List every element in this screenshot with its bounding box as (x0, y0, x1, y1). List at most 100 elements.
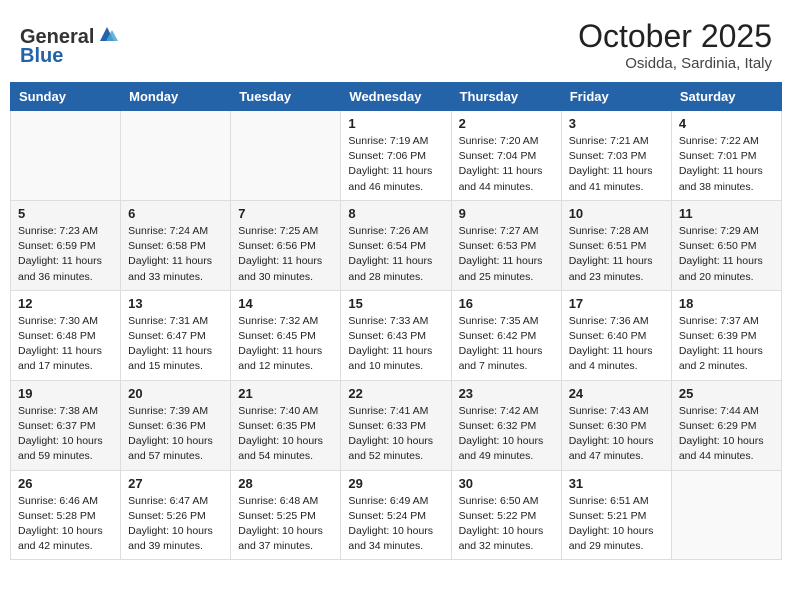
day-info: Sunrise: 7:32 AM Sunset: 6:45 PM Dayligh… (238, 314, 333, 375)
day-info: Sunrise: 7:23 AM Sunset: 6:59 PM Dayligh… (18, 224, 113, 285)
day-cell (11, 111, 121, 201)
col-header-sunday: Sunday (11, 83, 121, 111)
day-info: Sunrise: 6:48 AM Sunset: 5:25 PM Dayligh… (238, 494, 333, 555)
day-number: 25 (679, 386, 774, 401)
day-info: Sunrise: 7:25 AM Sunset: 6:56 PM Dayligh… (238, 224, 333, 285)
day-cell: 30 Sunrise: 6:50 AM Sunset: 5:22 PM Dayli… (451, 470, 561, 560)
day-cell: 20 Sunrise: 7:39 AM Sunset: 6:36 PM Dayli… (121, 380, 231, 470)
day-cell: 22 Sunrise: 7:41 AM Sunset: 6:33 PM Dayli… (341, 380, 451, 470)
day-number: 18 (679, 296, 774, 311)
day-cell: 16 Sunrise: 7:35 AM Sunset: 6:42 PM Dayli… (451, 290, 561, 380)
day-cell (231, 111, 341, 201)
day-cell: 26Sunrise: 6:46 AM Sunset: 5:28 PM Dayli… (11, 470, 121, 560)
day-cell: 10 Sunrise: 7:28 AM Sunset: 6:51 PM Dayli… (561, 200, 671, 290)
location-subtitle: Osidda, Sardinia, Italy (578, 55, 772, 72)
day-cell: 3Sunrise: 7:21 AM Sunset: 7:03 PM Daylig… (561, 111, 671, 201)
day-cell: 5 Sunrise: 7:23 AM Sunset: 6:59 PM Daylig… (11, 200, 121, 290)
day-cell: 19Sunrise: 7:38 AM Sunset: 6:37 PM Dayli… (11, 380, 121, 470)
col-header-friday: Friday (561, 83, 671, 111)
day-number: 16 (459, 296, 554, 311)
day-cell (121, 111, 231, 201)
day-info: Sunrise: 6:51 AM Sunset: 5:21 PM Dayligh… (569, 494, 664, 555)
day-number: 29 (348, 476, 443, 491)
day-number: 27 (128, 476, 223, 491)
day-info: Sunrise: 7:26 AM Sunset: 6:54 PM Dayligh… (348, 224, 443, 285)
day-cell: 31 Sunrise: 6:51 AM Sunset: 5:21 PM Dayli… (561, 470, 671, 560)
day-info: Sunrise: 6:50 AM Sunset: 5:22 PM Dayligh… (459, 494, 554, 555)
day-cell: 2Sunrise: 7:20 AM Sunset: 7:04 PM Daylig… (451, 111, 561, 201)
day-cell: 7 Sunrise: 7:25 AM Sunset: 6:56 PM Daylig… (231, 200, 341, 290)
col-header-wednesday: Wednesday (341, 83, 451, 111)
logo-icon (96, 23, 118, 45)
week-row-1: 1Sunrise: 7:19 AM Sunset: 7:06 PM Daylig… (11, 111, 782, 201)
day-info: Sunrise: 7:31 AM Sunset: 6:47 PM Dayligh… (128, 314, 223, 375)
day-number: 11 (679, 206, 774, 221)
day-cell: 14 Sunrise: 7:32 AM Sunset: 6:45 PM Dayli… (231, 290, 341, 380)
day-number: 30 (459, 476, 554, 491)
week-row-4: 19Sunrise: 7:38 AM Sunset: 6:37 PM Dayli… (11, 380, 782, 470)
week-row-5: 26Sunrise: 6:46 AM Sunset: 5:28 PM Dayli… (11, 470, 782, 560)
day-cell: 23 Sunrise: 7:42 AM Sunset: 6:32 PM Dayli… (451, 380, 561, 470)
day-number: 12 (18, 296, 113, 311)
day-cell: 15Sunrise: 7:33 AM Sunset: 6:43 PM Dayli… (341, 290, 451, 380)
day-cell: 6 Sunrise: 7:24 AM Sunset: 6:58 PM Daylig… (121, 200, 231, 290)
day-cell: 4Sunrise: 7:22 AM Sunset: 7:01 PM Daylig… (671, 111, 781, 201)
week-row-3: 12 Sunrise: 7:30 AM Sunset: 6:48 PM Dayli… (11, 290, 782, 380)
day-number: 22 (348, 386, 443, 401)
day-number: 8 (348, 206, 443, 221)
day-cell (671, 470, 781, 560)
day-cell: 24Sunrise: 7:43 AM Sunset: 6:30 PM Dayli… (561, 380, 671, 470)
day-number: 13 (128, 296, 223, 311)
day-info: Sunrise: 7:24 AM Sunset: 6:58 PM Dayligh… (128, 224, 223, 285)
day-number: 5 (18, 206, 113, 221)
day-info: Sunrise: 7:22 AM Sunset: 7:01 PM Dayligh… (679, 134, 774, 195)
day-info: Sunrise: 7:29 AM Sunset: 6:50 PM Dayligh… (679, 224, 774, 285)
day-cell: 12 Sunrise: 7:30 AM Sunset: 6:48 PM Dayli… (11, 290, 121, 380)
day-info: Sunrise: 6:46 AM Sunset: 5:28 PM Dayligh… (18, 494, 113, 555)
day-number: 6 (128, 206, 223, 221)
day-info: Sunrise: 6:49 AM Sunset: 5:24 PM Dayligh… (348, 494, 443, 555)
col-header-thursday: Thursday (451, 83, 561, 111)
day-info: Sunrise: 7:37 AM Sunset: 6:39 PM Dayligh… (679, 314, 774, 375)
day-number: 21 (238, 386, 333, 401)
day-cell: 27Sunrise: 6:47 AM Sunset: 5:26 PM Dayli… (121, 470, 231, 560)
day-cell: 1Sunrise: 7:19 AM Sunset: 7:06 PM Daylig… (341, 111, 451, 201)
day-number: 9 (459, 206, 554, 221)
day-cell: 21Sunrise: 7:40 AM Sunset: 6:35 PM Dayli… (231, 380, 341, 470)
header-row: SundayMondayTuesdayWednesdayThursdayFrid… (11, 83, 782, 111)
day-cell: 25Sunrise: 7:44 AM Sunset: 6:29 PM Dayli… (671, 380, 781, 470)
day-number: 17 (569, 296, 664, 311)
day-number: 14 (238, 296, 333, 311)
day-info: Sunrise: 7:21 AM Sunset: 7:03 PM Dayligh… (569, 134, 664, 195)
day-number: 28 (238, 476, 333, 491)
day-cell: 11 Sunrise: 7:29 AM Sunset: 6:50 PM Dayli… (671, 200, 781, 290)
day-info: Sunrise: 7:41 AM Sunset: 6:33 PM Dayligh… (348, 404, 443, 465)
day-cell: 18 Sunrise: 7:37 AM Sunset: 6:39 PM Dayli… (671, 290, 781, 380)
day-cell: 17 Sunrise: 7:36 AM Sunset: 6:40 PM Dayli… (561, 290, 671, 380)
page-header: General Blue October 2025 Osidda, Sardin… (10, 10, 782, 78)
day-number: 23 (459, 386, 554, 401)
month-title: October 2025 (578, 18, 772, 55)
day-number: 15 (348, 296, 443, 311)
day-info: Sunrise: 7:36 AM Sunset: 6:40 PM Dayligh… (569, 314, 664, 375)
day-info: Sunrise: 7:39 AM Sunset: 6:36 PM Dayligh… (128, 404, 223, 465)
day-info: Sunrise: 7:42 AM Sunset: 6:32 PM Dayligh… (459, 404, 554, 465)
day-number: 2 (459, 116, 554, 131)
day-cell: 13 Sunrise: 7:31 AM Sunset: 6:47 PM Dayli… (121, 290, 231, 380)
day-info: Sunrise: 7:38 AM Sunset: 6:37 PM Dayligh… (18, 404, 113, 465)
day-cell: 28 Sunrise: 6:48 AM Sunset: 5:25 PM Dayli… (231, 470, 341, 560)
day-info: Sunrise: 7:27 AM Sunset: 6:53 PM Dayligh… (459, 224, 554, 285)
day-number: 10 (569, 206, 664, 221)
day-number: 7 (238, 206, 333, 221)
title-block: October 2025 Osidda, Sardinia, Italy (578, 18, 772, 72)
day-cell: 29 Sunrise: 6:49 AM Sunset: 5:24 PM Dayli… (341, 470, 451, 560)
calendar-table: SundayMondayTuesdayWednesdayThursdayFrid… (10, 82, 782, 560)
day-info: Sunrise: 7:30 AM Sunset: 6:48 PM Dayligh… (18, 314, 113, 375)
day-number: 20 (128, 386, 223, 401)
logo: General Blue (20, 23, 118, 68)
day-number: 31 (569, 476, 664, 491)
day-number: 24 (569, 386, 664, 401)
day-info: Sunrise: 7:28 AM Sunset: 6:51 PM Dayligh… (569, 224, 664, 285)
week-row-2: 5 Sunrise: 7:23 AM Sunset: 6:59 PM Daylig… (11, 200, 782, 290)
day-info: Sunrise: 7:35 AM Sunset: 6:42 PM Dayligh… (459, 314, 554, 375)
